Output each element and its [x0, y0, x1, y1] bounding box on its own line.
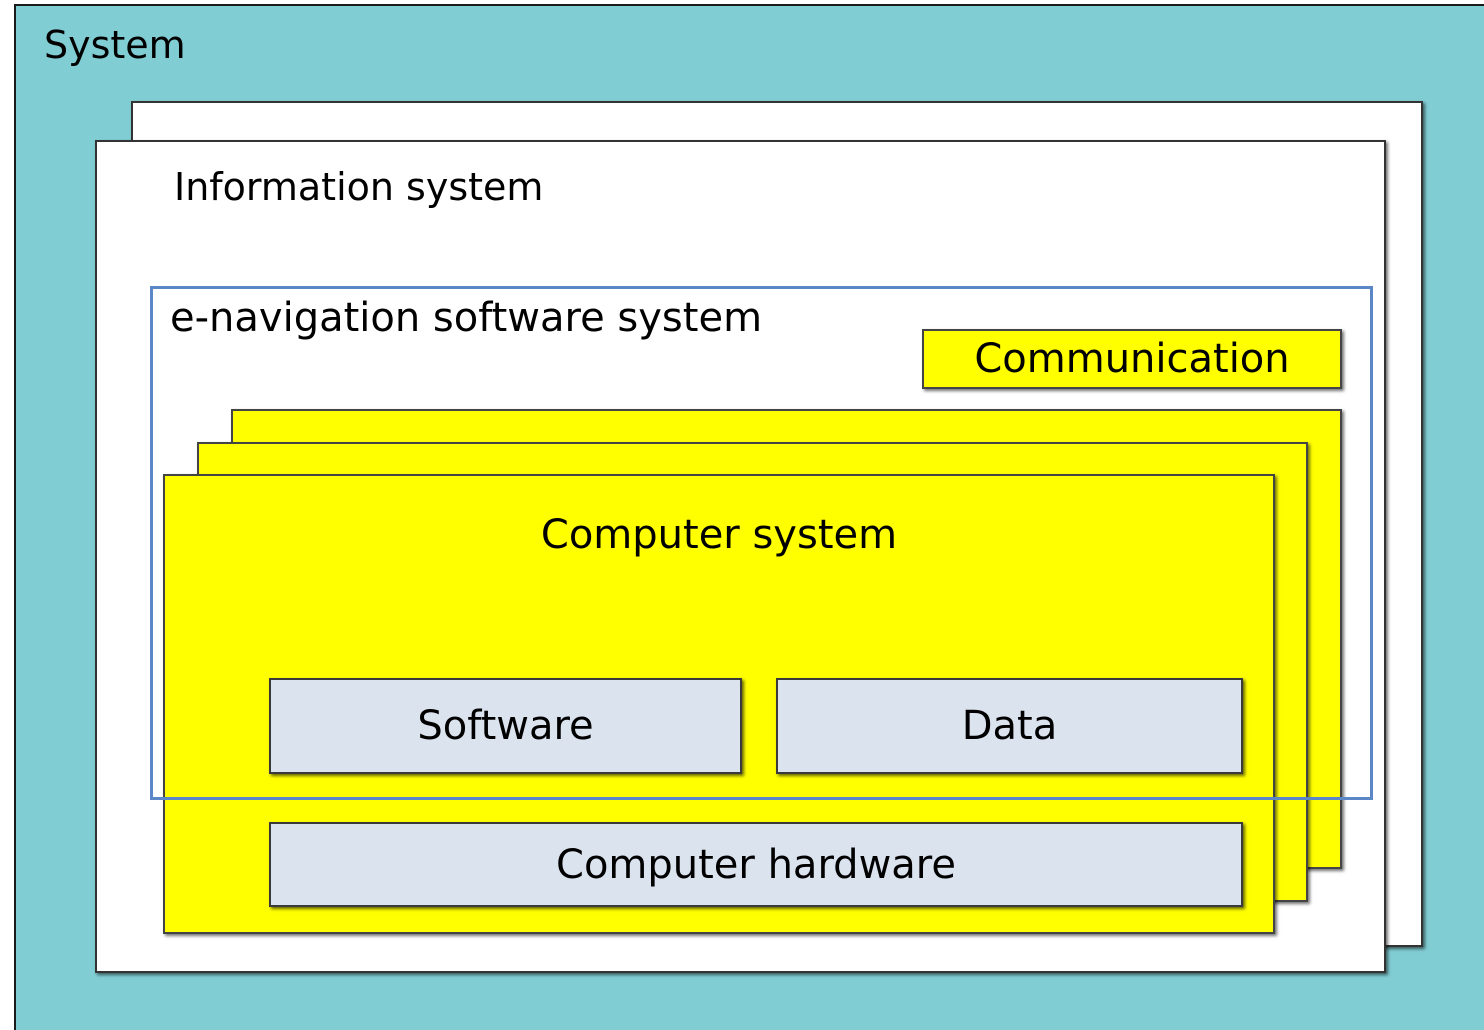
- system-label: System: [44, 23, 186, 67]
- e-navigation-software-system-label: e-navigation software system: [170, 295, 763, 341]
- communication-label: Communication: [974, 336, 1290, 382]
- computer-system-label: Computer system: [540, 512, 898, 558]
- computer-hardware-box: Computer hardware: [269, 822, 1243, 907]
- information-system-label: Information system: [174, 165, 544, 209]
- communication-box: Communication: [922, 329, 1342, 389]
- software-label: Software: [417, 703, 594, 749]
- data-label: Data: [961, 703, 1058, 749]
- software-box: Software: [269, 678, 742, 774]
- computer-hardware-label: Computer hardware: [556, 841, 956, 888]
- diagram-canvas: System Information system Computer syste…: [0, 0, 1484, 1030]
- data-box: Data: [776, 678, 1243, 774]
